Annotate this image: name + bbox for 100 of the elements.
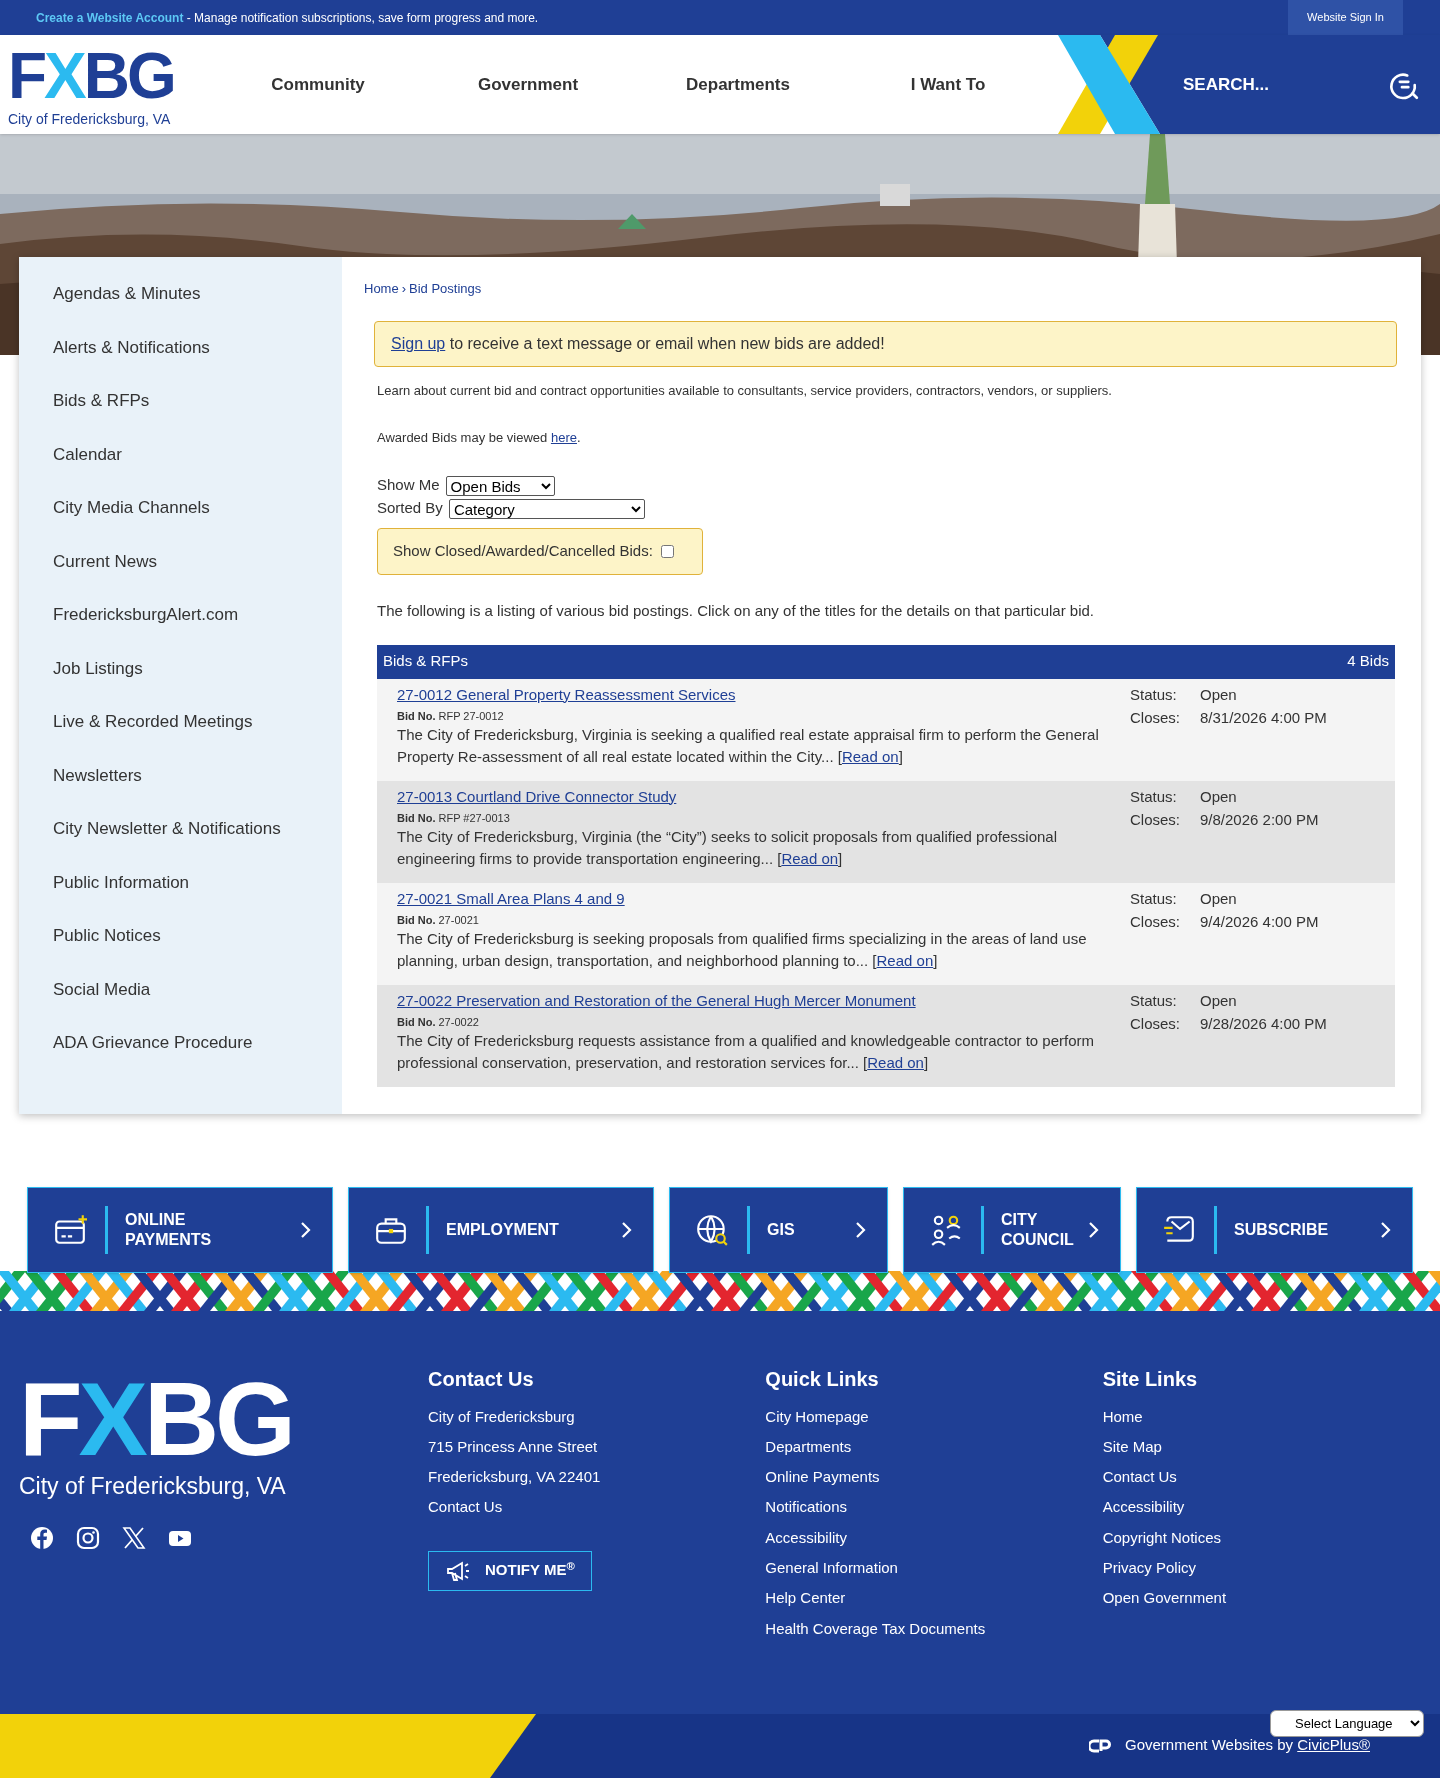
here-link[interactable]: here: [550, 429, 577, 445]
closes-value: 9/4/2026 4:00 PM: [1200, 911, 1319, 932]
footer-link[interactable]: Contact Us: [428, 1492, 503, 1523]
bid-title-link[interactable]: 27-0013 Courtland Drive Connector Study: [397, 786, 677, 807]
show-closed-checkbox[interactable]: [660, 545, 674, 558]
footer-link[interactable]: City of Fredericksburg: [428, 1401, 575, 1432]
closes-label: Closes:: [1130, 809, 1182, 830]
read-on-link[interactable]: Read on: [867, 1053, 924, 1071]
nav-link[interactable]: Community: [213, 71, 423, 98]
chevron-icon: [1379, 1220, 1392, 1239]
bid-title-link[interactable]: 27-0021 Small Area Plans 4 and 9: [397, 888, 625, 909]
filter-dropdown[interactable]: Category: [448, 498, 645, 519]
search-field[interactable]: SEARCH...: [1183, 71, 1363, 98]
notify-me-button[interactable]: NOTIFY ME$^{®}$: [428, 1550, 592, 1591]
closes-value: 9/8/2026 2:00 PM: [1200, 809, 1319, 830]
bid-description: The City of Fredericksburg is seeking proposals from qualified firms specializing in the areas of land use planning, urban design, transportation, and neighborhood planning to... [Read on]: [397, 928, 1088, 971]
bid-description: The City of Fredericksburg requests assistance from a qualified and knowledgeable contractor to perform professional conservation, preservation, and restoration services for... [Read on]: [397, 1030, 1095, 1073]
bid-description: The City of Fredericksburg, Virginia is seeking a qualified real estate appraisal firm to perform the General Property Re-assessment of all real estate located within the City... [Read on]: [397, 724, 1100, 767]
breadcrumb-separator: ›: [401, 280, 407, 299]
breadcrumb-link[interactable]: Home: [364, 279, 399, 299]
footer-link[interactable]: Open Government: [1102, 1583, 1227, 1614]
sidebar-link[interactable]: Alerts & Notifications: [19, 320, 342, 374]
listing-note: The following is a listing of various bid postings. Click on any of the titles for the details on that particular bid.: [377, 601, 1096, 621]
footer-link[interactable]: Help Center: [765, 1583, 846, 1614]
footer-link[interactable]: Accessibility: [1102, 1492, 1185, 1523]
footer-link[interactable]: General Information: [765, 1553, 898, 1584]
nav-link[interactable]: Government: [423, 71, 633, 98]
logo[interactable]: FXBG City of Fredericksburg, VA: [8, 43, 213, 126]
bid-title-link[interactable]: 27-0012 General Property Reassessment Services: [397, 684, 736, 705]
sidebar-link[interactable]: ADA Grievance Procedure: [19, 1016, 342, 1070]
footer-link[interactable]: Contact Us: [1102, 1462, 1177, 1493]
sidebar-link[interactable]: Public Information: [19, 855, 342, 909]
footer-link[interactable]: 715 Princess Anne Street: [428, 1431, 598, 1463]
civicplus-link[interactable]: CivicPlus®: [1297, 1736, 1370, 1754]
bid-number: 27-0021: [438, 912, 479, 928]
sidebar-link[interactable]: Live & Recorded Meetings: [19, 695, 342, 749]
sidebar-link[interactable]: Public Notices: [19, 909, 342, 963]
sidebar-link[interactable]: Newsletters: [19, 748, 342, 802]
bid-number-label: Bid No.: [397, 1014, 436, 1030]
chevron-icon: [620, 1220, 633, 1239]
read-on-link[interactable]: Read on: [781, 849, 839, 867]
status-value: Open: [1200, 786, 1238, 807]
bid-number-label: Bid No.: [397, 708, 436, 724]
footer-link[interactable]: Accessibility: [765, 1522, 847, 1553]
nav-link[interactable]: I Want To: [843, 71, 1053, 98]
footer-link[interactable]: Home: [1102, 1401, 1143, 1432]
footer-link[interactable]: Fredericksburg, VA 22401: [428, 1462, 601, 1493]
sidebar-link[interactable]: Agendas & Minutes: [19, 267, 342, 321]
sidebar-link[interactable]: Social Media: [19, 962, 342, 1016]
nav-link[interactable]: Departments: [633, 71, 843, 98]
status-value: Open: [1200, 684, 1238, 705]
x-logo-icon[interactable]: [122, 1525, 146, 1550]
divider-bar: [747, 1205, 750, 1254]
bid-number: 27-0022: [438, 1014, 479, 1030]
chevron-icon: [1087, 1220, 1100, 1239]
footer-heading: Site Links: [1102, 1366, 1199, 1391]
closes-value: 8/31/2026 4:00 PM: [1200, 707, 1327, 728]
closes-label: Closes:: [1130, 1013, 1182, 1034]
bid-title-link[interactable]: 27-0022 Preservation and Restoration of the General Hugh Mercer Monument: [397, 990, 916, 1011]
footer-link[interactable]: Departments: [765, 1431, 852, 1463]
footer-link[interactable]: City Homepage: [765, 1401, 869, 1432]
sidebar-link[interactable]: Job Listings: [19, 641, 342, 695]
alert-message: Sign up to receive a text message or email when new bids are added!: [391, 334, 885, 354]
footer-heading: Quick Links: [765, 1366, 880, 1391]
bid-count: 4 Bids: [1347, 651, 1389, 672]
read-on-link[interactable]: Read on: [841, 747, 899, 765]
chevron-icon: [299, 1220, 312, 1239]
footer-link[interactable]: Site Map: [1102, 1431, 1162, 1463]
table-title: Bids & RFPs: [383, 651, 469, 672]
footer-link[interactable]: Health Coverage Tax Documents: [765, 1613, 986, 1644]
sign-in-button[interactable]: Website Sign In: [1288, 0, 1403, 35]
bid-number: RFP 27-0012: [438, 708, 504, 724]
chevron-icon: [854, 1220, 867, 1239]
footer-link[interactable]: Notifications: [765, 1492, 848, 1523]
signup-link[interactable]: Sign up: [391, 335, 446, 352]
sidebar-link[interactable]: Current News: [19, 534, 342, 588]
breadcrumb-link[interactable]: Bid Postings: [409, 279, 482, 299]
language-dropdown[interactable]: Select Language: [1270, 1709, 1424, 1737]
sidebar-link[interactable]: Bids & RFPs: [19, 374, 342, 428]
instagram-icon[interactable]: [76, 1525, 100, 1550]
footer-link[interactable]: Privacy Policy: [1102, 1553, 1196, 1584]
top-bar-text: - Manage notification subscriptions, save form progress and more.: [185, 9, 539, 27]
filter-dropdown[interactable]: Open Bids: [445, 475, 555, 496]
sidebar-link[interactable]: Calendar: [19, 427, 342, 481]
status-value: Open: [1200, 990, 1238, 1011]
civicplus-logo-icon: [1088, 1737, 1113, 1754]
logo[interactable]: FXBG City of Fredericksburg, VA: [19, 1366, 428, 1498]
show-closed-label: Show Closed/Awarded/Cancelled Bids:: [393, 541, 653, 562]
create-account-link[interactable]: Create a Website Account: [36, 8, 184, 27]
footer-link[interactable]: Online Payments: [765, 1462, 880, 1493]
sidebar-link[interactable]: City Media Channels: [19, 481, 342, 535]
sidebar-link[interactable]: FredericksburgAlert.com: [19, 588, 342, 642]
status-label: Status:: [1130, 684, 1178, 705]
footer-heading: Contact Us: [428, 1366, 535, 1391]
bid-number: RFP #27-0013: [438, 810, 510, 826]
facebook-icon[interactable]: [30, 1525, 54, 1550]
sidebar-link[interactable]: City Newsletter & Notifications: [19, 802, 342, 856]
status-label: Status:: [1130, 786, 1178, 807]
divider-bar: [1214, 1205, 1217, 1254]
footer-link[interactable]: Copyright Notices: [1102, 1522, 1222, 1553]
